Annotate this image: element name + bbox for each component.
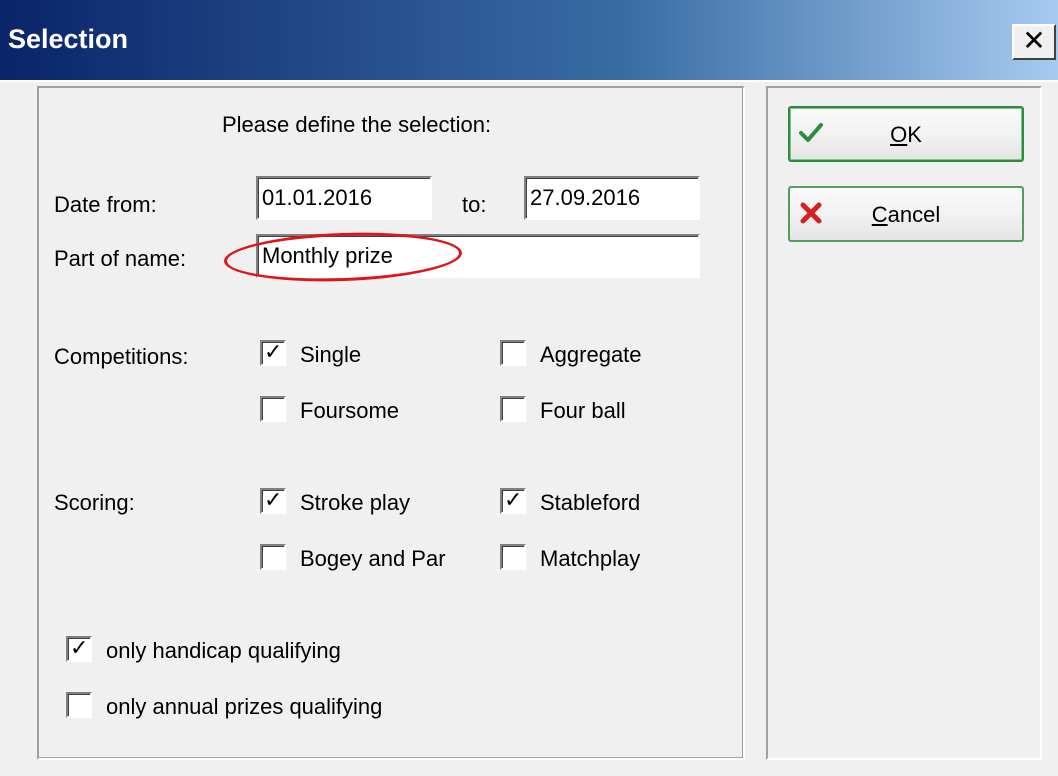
checkbox-foursome-label: Foursome <box>300 398 400 423</box>
check-icon: ✓ <box>264 339 283 364</box>
name-label: Part of name: <box>54 246 187 271</box>
checkbox-matchplay-label: Matchplay <box>540 546 641 571</box>
checkbox-single-label: Single <box>300 342 362 367</box>
close-button[interactable]: ✕ <box>1012 24 1056 60</box>
cancel-button-label: Cancel <box>871 202 941 227</box>
checkbox-stableford[interactable]: ✓ <box>500 487 526 514</box>
check-icon: ✓ <box>504 487 523 512</box>
ok-button[interactable]: OK <box>788 106 1024 162</box>
title-bar: Selection ✕ <box>0 0 1058 80</box>
competitions-label: Competitions: <box>54 344 189 369</box>
date-from-field[interactable] <box>256 176 432 220</box>
checkbox-stroke-play[interactable]: ✓ <box>260 487 286 514</box>
date-to-field[interactable] <box>524 176 700 220</box>
title-divider <box>0 80 1058 82</box>
name-field[interactable] <box>256 234 700 278</box>
window-title: Selection <box>8 24 129 54</box>
checkbox-single[interactable]: ✓ <box>260 339 286 366</box>
checkbox-bogey-and-par-label: Bogey and Par <box>300 546 446 571</box>
checkbox-four-ball[interactable] <box>500 396 526 422</box>
checkbox-aggregate-label: Aggregate <box>540 342 642 367</box>
close-icon: ✕ <box>1022 25 1046 56</box>
ok-button-label: OK <box>890 122 922 147</box>
checkbox-four-ball-label: Four ball <box>540 398 626 423</box>
check-icon: ✓ <box>70 635 89 660</box>
date-to-label: to: <box>462 192 487 217</box>
checkbox-handicap-qualifying[interactable]: ✓ <box>66 635 92 662</box>
checkbox-handicap-qualifying-label: only handicap qualifying <box>106 638 341 663</box>
checkbox-aggregate[interactable] <box>500 340 526 366</box>
cancel-button[interactable]: Cancel <box>788 186 1024 242</box>
checkbox-annual-prizes-qualifying-label: only annual prizes qualifying <box>106 694 383 719</box>
check-icon: ✓ <box>264 487 283 512</box>
checkbox-matchplay[interactable] <box>500 544 526 570</box>
scoring-label: Scoring: <box>54 490 135 515</box>
form-heading: Please define the selection: <box>222 112 492 137</box>
checkbox-stableford-label: Stableford <box>540 490 641 515</box>
checkbox-foursome[interactable] <box>260 396 286 422</box>
checkbox-annual-prizes-qualifying[interactable] <box>66 692 92 718</box>
checkbox-bogey-and-par[interactable] <box>260 544 286 570</box>
checkbox-stroke-play-label: Stroke play <box>300 490 411 515</box>
date-from-label: Date from: <box>54 192 157 217</box>
